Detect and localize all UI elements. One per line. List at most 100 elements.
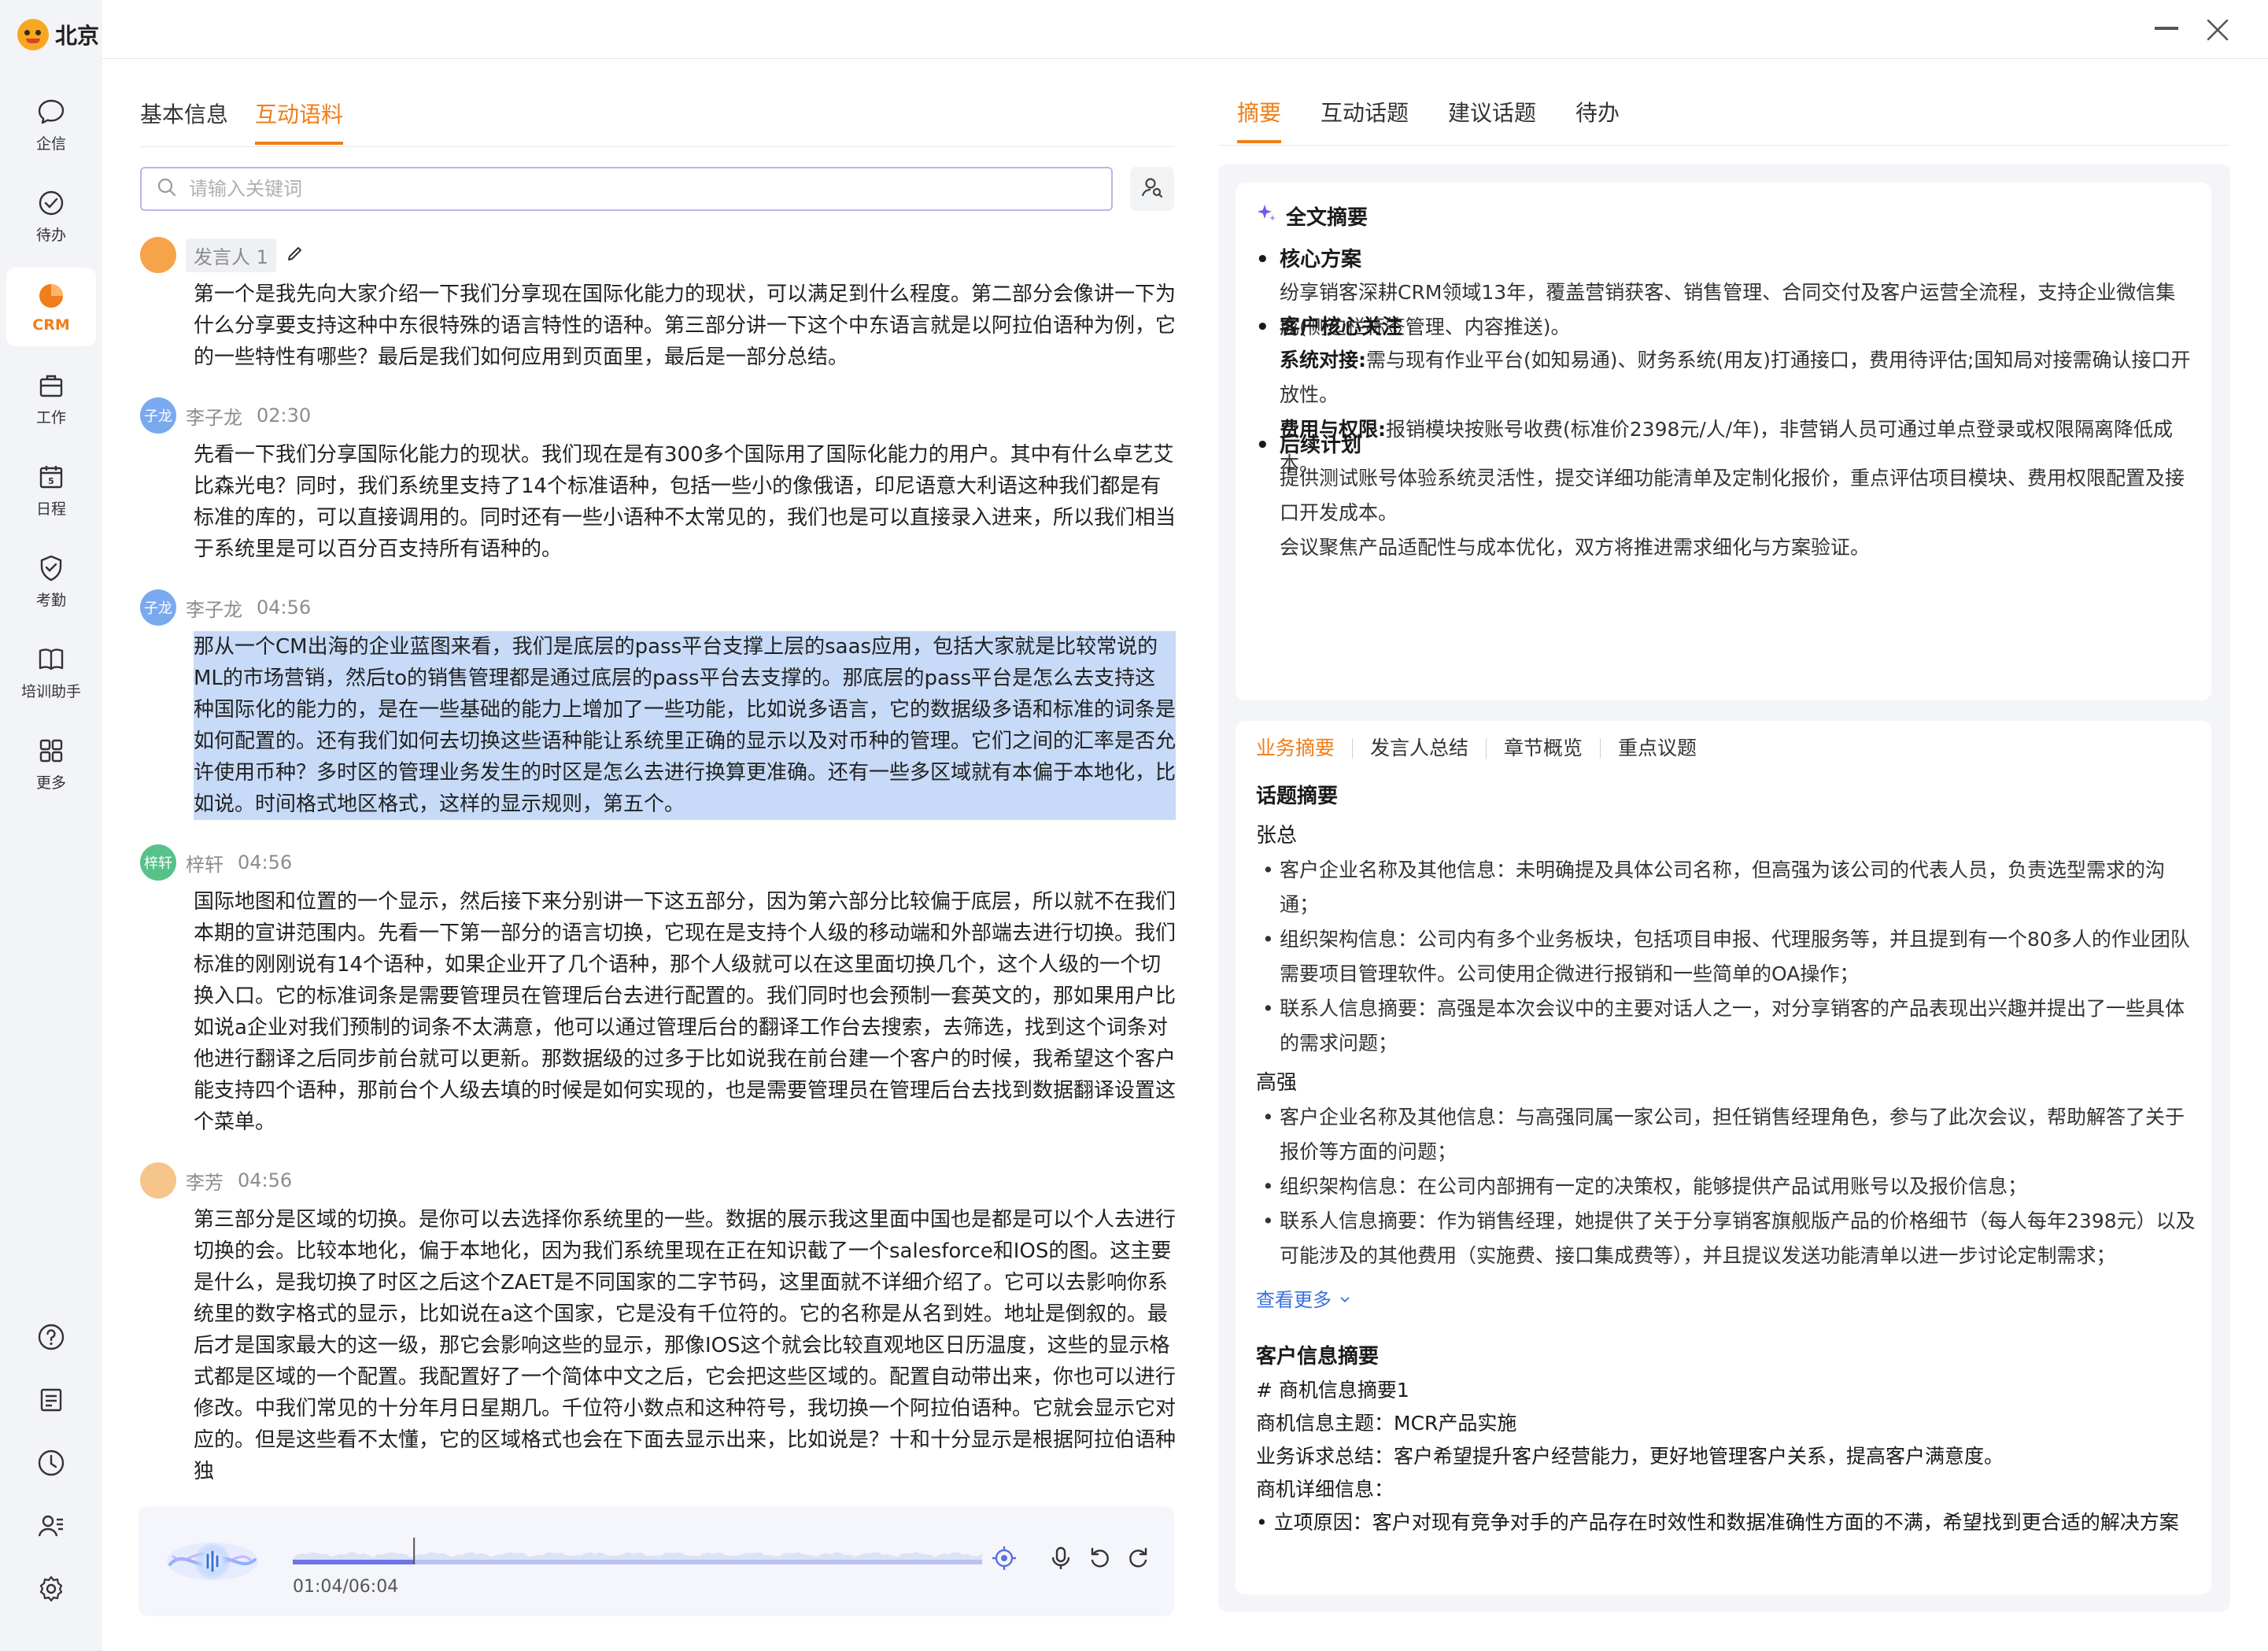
sidebar-item-crm[interactable]: CRM: [6, 268, 96, 346]
summary-heading-text: 客户核心关注: [1280, 316, 1403, 339]
rewind-icon[interactable]: [1086, 1544, 1114, 1572]
playback-time: 01:04/06:04: [293, 1577, 399, 1597]
logo-mascot-icon: [17, 19, 49, 50]
avatar[interactable]: 梓轩: [140, 844, 176, 881]
business-summary-content: 话题摘要张总客户企业名称及其他信息：未明确提及具体公司名称，但高强为该公司的代表…: [1256, 779, 2197, 1539]
svg-text:5: 5: [48, 476, 54, 486]
app-logo: 北京: [17, 19, 99, 50]
utterance-text: 国际地图和位置的一个显示，然后接下来分别讲一下这五部分，因为第六部分比较偏于底层…: [194, 890, 1176, 1134]
close-icon[interactable]: [2203, 16, 2232, 44]
avatar[interactable]: 子龙: [140, 397, 176, 434]
locate-icon[interactable]: [990, 1544, 1018, 1572]
summary-paragraph: 会议聚焦产品适配性与成本优化，双方将推进需求细化与方案验证。: [1280, 530, 2192, 565]
sparkle-icon: [1256, 202, 1278, 230]
speaker-name[interactable]: 发言人 1: [186, 238, 276, 272]
microphone-icon[interactable]: [1047, 1544, 1075, 1572]
customer-info-line: # 商机信息摘要1: [1256, 1379, 1409, 1402]
full-summary-card: 全文摘要 • 核心方案 纷享销客深耕CRM领域13年，覆盖营销获客、销售管理、合同交…: [1236, 183, 2211, 700]
business-subtabs: 业务摘要 发言人总结 章节概览 重点议题: [1256, 738, 1714, 759]
tabs-divider: [140, 146, 1174, 147]
sidebar-item-label: CRM: [32, 316, 70, 334]
forward-icon[interactable]: [1124, 1544, 1152, 1572]
utterance-text: 第一个是我先向大家介绍一下我们分享现在国际化能力的现状，可以满足到什么程度。第二…: [194, 283, 1176, 369]
checkin-badge-icon: [35, 552, 67, 584]
voice-orb-icon: [162, 1524, 263, 1599]
transcript-entry: 梓轩 梓轩 04:56 国际地图和位置的一个显示，然后接下来分别讲一下这五部分，因为第…: [140, 844, 1176, 1138]
view-more-link[interactable]: 查看更多: [1256, 1283, 1352, 1317]
utterance-time[interactable]: 04:56: [257, 597, 311, 619]
bullet-icon: •: [1256, 434, 1269, 457]
sidebar-item-schedule[interactable]: 5 日程: [6, 450, 96, 529]
subtab-speaker-summary[interactable]: 发言人总结: [1353, 738, 1487, 759]
sidebar-item-label: 考勤: [35, 591, 66, 609]
avatar[interactable]: [140, 237, 176, 273]
title-divider: [102, 58, 2268, 59]
settings-icon[interactable]: [6, 1561, 96, 1616]
transcript-entry: 李芳 04:56 第三部分是区域的切换。是你可以去选择你系统里的一些。数据的展示我这…: [140, 1162, 1176, 1487]
right-tabs: 摘要 互动话题 建议话题 待办: [1237, 96, 1620, 143]
sidebar-item-todo[interactable]: 待办: [6, 176, 96, 255]
person-summary-item: 组织架构信息：公司内有多个业务板块，包括项目申报、代理服务等，并且提到有一个80…: [1256, 922, 2197, 992]
tab-interaction-corpus[interactable]: 互动语料: [255, 98, 344, 145]
sidebar-item-training[interactable]: 培训助手: [6, 633, 96, 711]
sidebar-item-attendance[interactable]: 考勤: [6, 541, 96, 620]
person-summary-item: 组织架构信息：在公司内部拥有一定的决策权，能够提供产品试用账号以及报价信息；: [1256, 1169, 2197, 1204]
search-input[interactable]: [187, 177, 1053, 201]
speaker-filter-button[interactable]: [1130, 167, 1174, 211]
summary-section-heading: • 客户核心关注: [1256, 312, 2192, 343]
search-field[interactable]: [140, 167, 1113, 211]
person-summary-item: 客户企业名称及其他信息：与高强同属一家公司，担任销售经理角色，参与了此次会议，帮…: [1256, 1100, 2197, 1169]
waveform-progress[interactable]: [293, 1538, 982, 1569]
minimize-button[interactable]: [2155, 27, 2178, 30]
summary-heading-text: 后续计划: [1280, 434, 1362, 457]
playhead[interactable]: [413, 1538, 416, 1564]
search-icon: [156, 176, 178, 201]
tab-suggested-topics[interactable]: 建议话题: [1448, 96, 1536, 143]
utterance-text: 先看一下我们分享国际化能力的现状。我们现在是有300多个国际用了国际化能力的用户…: [194, 443, 1176, 561]
edit-pencil-icon[interactable]: [286, 244, 305, 266]
speaker-name[interactable]: 李子龙: [186, 594, 242, 622]
sidebar-item-label: 更多: [35, 774, 66, 792]
speaker-name[interactable]: 李子龙: [186, 402, 242, 430]
sidebar-item-more[interactable]: 更多: [6, 724, 96, 803]
speaker-name[interactable]: 梓轩: [186, 849, 223, 877]
help-icon[interactable]: [6, 1309, 96, 1365]
tab-interaction-topics[interactable]: 互动话题: [1321, 96, 1409, 143]
contacts-icon[interactable]: [6, 1498, 96, 1553]
utterance-time[interactable]: 04:56: [238, 1169, 292, 1191]
book-icon: [35, 644, 67, 675]
sidebar-item-qixin[interactable]: 企信: [6, 85, 96, 164]
notes-icon[interactable]: [6, 1372, 96, 1428]
sidebar-item-work[interactable]: 工作: [6, 359, 96, 438]
transcript-entry: 子龙 李子龙 04:56 那从一个CM出海的企业蓝图来看，我们是底层的pass平台支撑…: [140, 589, 1176, 820]
customer-info-line: 商机详细信息：: [1256, 1478, 1394, 1501]
speaker-name[interactable]: 李芳: [186, 1167, 223, 1195]
avatar[interactable]: 子龙: [140, 589, 176, 626]
summary-section-heading: • 核心方案: [1256, 244, 2192, 275]
utterance-time[interactable]: 02:30: [257, 404, 311, 427]
tab-basic-info[interactable]: 基本信息: [140, 98, 228, 145]
person-name: 张总: [1256, 824, 1298, 848]
briefcase-icon: [35, 370, 67, 401]
summary-paragraph-text: 提供测试账号体验系统灵活性，提交详细功能清单及定制化报价，重点评估项目模块、费用…: [1280, 467, 2185, 524]
sidebar-item-label: 培训助手: [20, 682, 81, 700]
utterance-header: 发言人 1: [140, 236, 1176, 274]
sidebar-item-label: 日程: [35, 500, 66, 518]
customer-info-title: 客户信息摘要: [1256, 1345, 1380, 1368]
subtab-chapter-overview[interactable]: 章节概览: [1487, 738, 1601, 759]
audio-player: 01:04/06:04: [139, 1506, 1174, 1616]
subtab-business-summary[interactable]: 业务摘要: [1256, 738, 1354, 759]
history-icon[interactable]: [6, 1435, 96, 1490]
customer-info-line: 业务诉求总结：客户希望提升客户经营能力，更好地管理客户关系，提高客户满意度。: [1256, 1445, 2004, 1468]
tab-todo[interactable]: 待办: [1575, 96, 1620, 143]
subtab-key-issues[interactable]: 重点议题: [1601, 738, 1714, 759]
right-tabs-divider: [1218, 145, 2230, 146]
person-summary-item: 联系人信息摘要：作为销售经理，她提供了关于分享销客旗舰版产品的价格细节（每人每年…: [1256, 1204, 2197, 1273]
tab-summary[interactable]: 摘要: [1237, 96, 1282, 143]
summary-paragraph-label: 系统对接:: [1280, 349, 1366, 371]
avatar[interactable]: [140, 1162, 176, 1199]
utterance-time[interactable]: 04:56: [238, 851, 292, 874]
sidebar-item-label: 待办: [35, 226, 66, 244]
user-search-icon: [1140, 175, 1165, 203]
person-summary-item: 联系人信息摘要：高强是本次会议中的主要对话人之一，对分享销客的产品表现出兴趣并提…: [1256, 992, 2197, 1061]
